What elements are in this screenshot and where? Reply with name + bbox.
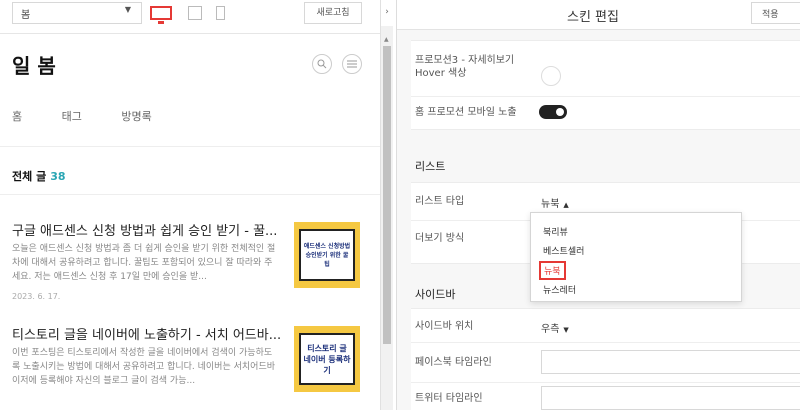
caret-down-icon: ▼ (563, 326, 569, 334)
dropdown-option[interactable]: 뉴스레터 (543, 283, 576, 296)
twitter-timeline-input[interactable] (541, 386, 800, 410)
list-type-select[interactable]: 뉴북 ▲ (541, 195, 569, 210)
skin-edit-panel: 스킨 편집 적용 프로모션3 - 자세히보기 Hover 색상 홈 프로모션 모… (396, 0, 800, 410)
blog-title[interactable]: 일 봄 (12, 50, 56, 79)
facebook-timeline-label: 페이스북 타임라인 (415, 357, 492, 368)
list-type-value: 뉴북 (541, 199, 560, 210)
row-divider (411, 382, 800, 383)
skin-select[interactable]: 봄 ▼ (12, 2, 142, 24)
menu-icon[interactable] (342, 54, 362, 74)
row-divider (411, 96, 800, 97)
sidebar-pos-select[interactable]: 우측 ▼ (541, 320, 569, 335)
mobile-view-icon[interactable] (216, 6, 225, 20)
nav-guestbook[interactable]: 방명록 (121, 110, 151, 123)
search-icon[interactable] (312, 54, 332, 74)
post-title[interactable]: 티스토리 글을 네이버에 노출하기 - 서치 어드바... (12, 324, 284, 343)
post-excerpt: 오늘은 애드센스 신청 방법과 좀 더 쉽게 승인을 받기 위한 전체적인 절차… (12, 244, 276, 282)
scroll-up-icon[interactable]: ▲ (384, 36, 389, 43)
all-posts-count: 38 (50, 170, 66, 183)
promo3-hover-label: 프로모션3 - 자세히보기 Hover 색상 (415, 55, 515, 79)
promo-mobile-label: 홈 프로모션 모바일 노출 (415, 107, 517, 118)
divider (0, 146, 380, 147)
dropdown-option[interactable]: 베스트셀러 (543, 244, 584, 257)
sidebar-pos-label: 사이드바 위치 (415, 321, 474, 332)
color-picker[interactable] (541, 66, 561, 86)
panel-title: 스킨 편집 (567, 10, 619, 25)
sidebar-section-title: 사이드바 (415, 288, 456, 301)
all-posts-heading: 전체 글 38 (12, 168, 66, 184)
skin-select-value: 봄 (21, 10, 31, 21)
chevron-right-icon[interactable]: › (380, 0, 393, 26)
list-type-label: 리스트 타입 (415, 196, 465, 207)
desktop-view-icon[interactable] (150, 6, 172, 24)
twitter-timeline-label: 트위터 타임라인 (415, 393, 483, 404)
blog-preview: 봄 ▼ 새로고침 일 봄 홈 태그 방명록 전체 글 38 구글 애드센스 신청 … (0, 0, 380, 410)
post-item[interactable]: 구글 애드센스 신청 방법과 쉽게 승인 받기 - 꿀... 오늘은 애드센스 … (12, 220, 367, 310)
refresh-button[interactable]: 새로고침 (304, 2, 362, 24)
caret-up-icon: ▲ (563, 201, 569, 209)
more-method-label: 더보기 방식 (415, 233, 465, 244)
nav-tag[interactable]: 태그 (62, 110, 82, 123)
scrollbar-thumb[interactable] (383, 46, 391, 344)
thumbnail-text: 티스토리 글 네이버 등록하기 (299, 333, 355, 385)
post-date: 2023. 6. 17. (12, 292, 61, 301)
nav-home[interactable]: 홈 (12, 110, 22, 123)
preview-toolbar: 봄 ▼ 새로고침 (0, 0, 380, 34)
dropdown-option[interactable]: 북리뷰 (543, 225, 568, 238)
all-posts-label: 전체 글 (12, 170, 47, 183)
chevron-down-icon: ▼ (124, 5, 131, 14)
apply-button[interactable]: 적용 (751, 2, 800, 24)
list-type-dropdown: 북리뷰 베스트셀러 뉴북 뉴스레터 (530, 212, 742, 302)
row-divider (411, 342, 800, 343)
post-title[interactable]: 구글 애드센스 신청 방법과 쉽게 승인 받기 - 꿀... (12, 220, 284, 239)
post-item[interactable]: 티스토리 글을 네이버에 노출하기 - 서치 어드바... 이번 포스팅은 티스… (12, 324, 367, 410)
tablet-view-icon[interactable] (188, 6, 202, 20)
blog-nav: 홈 태그 방명록 (12, 108, 188, 124)
sidebar-pos-value: 우측 (541, 324, 560, 335)
divider (0, 194, 380, 195)
promo-mobile-toggle[interactable] (539, 105, 567, 119)
thumbnail-text: 애드센스 신청방법 승인받기 위한 꿀팁 (299, 229, 355, 281)
post-thumbnail[interactable]: 티스토리 글 네이버 등록하기 (294, 326, 360, 392)
post-excerpt: 이번 포스팅은 티스토리에서 작성한 글을 네이버에서 검색이 가능하도록 노출… (12, 348, 276, 386)
facebook-timeline-input[interactable] (541, 350, 800, 374)
list-section-title: 리스트 (415, 160, 446, 173)
panel-header: 스킨 편집 적용 (397, 0, 800, 30)
preview-scrollbar[interactable]: ▲ (380, 0, 393, 410)
dropdown-option-selected[interactable]: 뉴북 (539, 261, 566, 280)
post-thumbnail[interactable]: 애드센스 신청방법 승인받기 위한 꿀팁 (294, 222, 360, 288)
